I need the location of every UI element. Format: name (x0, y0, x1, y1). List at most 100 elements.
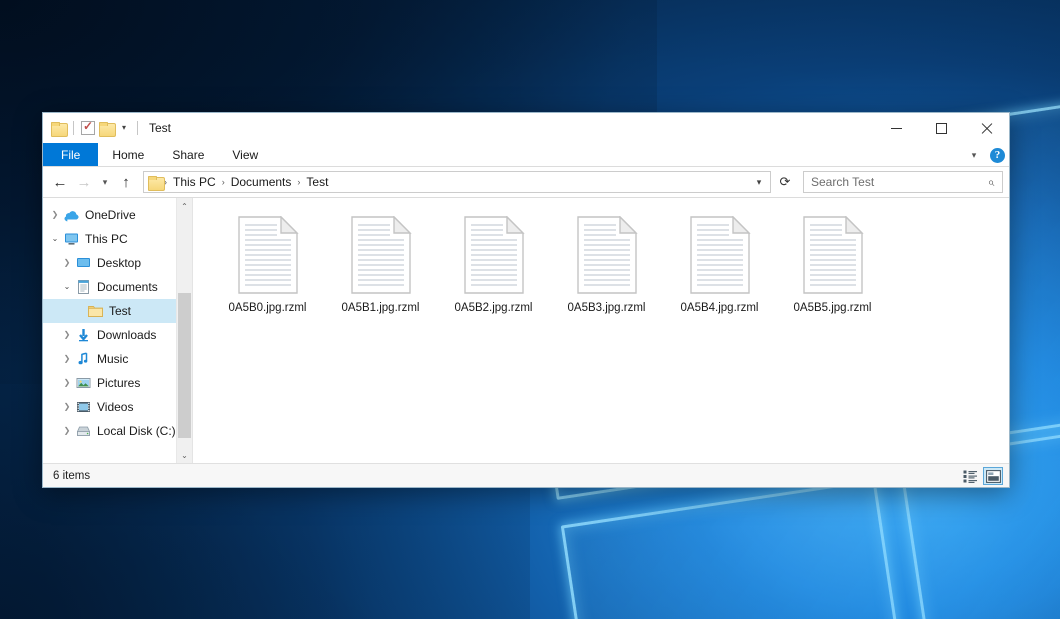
file-item[interactable]: 0A5B1.jpg.rzml (324, 214, 437, 334)
breadcrumb-item-documents[interactable]: Documents (226, 175, 297, 189)
chevron-right-icon[interactable]: ❯ (59, 251, 75, 275)
sidebar-item-label: Documents (97, 280, 158, 294)
sidebar-item-documents[interactable]: ⌄ Documents (43, 275, 192, 299)
up-button[interactable]: ↑ (115, 171, 137, 193)
folder-icon (87, 303, 104, 319)
scroll-up-icon[interactable]: ⌃ (177, 198, 192, 214)
videos-icon (75, 399, 92, 415)
help-icon[interactable]: ? (990, 148, 1005, 163)
properties-icon[interactable] (81, 121, 95, 135)
sidebar-item-label: This PC (85, 232, 128, 246)
chevron-down-icon[interactable]: ⌄ (47, 227, 63, 251)
folder-icon[interactable] (51, 122, 66, 135)
scroll-down-icon[interactable]: ⌄ (177, 447, 192, 463)
search-input[interactable]: Search Test (811, 175, 984, 189)
sidebar-item-downloads[interactable]: ❯ Downloads (43, 323, 192, 347)
quick-access-toolbar[interactable]: ▾ (51, 121, 141, 135)
recent-locations-button[interactable]: ▾ (97, 171, 113, 193)
tab-file[interactable]: File (43, 143, 98, 166)
chevron-down-icon[interactable]: ▾ (750, 177, 768, 188)
tab-view[interactable]: View (218, 143, 272, 166)
back-button[interactable]: ← (49, 171, 71, 193)
breadcrumb: › This PC › Documents › Test (148, 175, 750, 189)
breadcrumb-item-test[interactable]: Test (301, 175, 333, 189)
maximize-icon (936, 123, 947, 134)
drive-icon (75, 423, 92, 439)
chevron-down-icon[interactable]: ▾ (118, 121, 130, 135)
file-item[interactable]: 0A5B0.jpg.rzml (211, 214, 324, 334)
chevron-right-icon[interactable]: ❯ (59, 395, 75, 419)
refresh-icon[interactable]: ⟳ (774, 171, 796, 193)
scrollbar-thumb[interactable] (178, 293, 191, 438)
sidebar-item-this-pc[interactable]: ⌄ This PC (43, 227, 192, 251)
sidebar-item-label: Downloads (97, 328, 156, 342)
sidebar-item-label: Music (97, 352, 128, 366)
chevron-right-icon[interactable]: ❯ (59, 323, 75, 347)
window-title: Test (149, 121, 171, 135)
large-icons-view-icon (986, 470, 1001, 483)
large-icons-view-button[interactable] (983, 467, 1003, 485)
file-item[interactable]: 0A5B5.jpg.rzml (776, 214, 889, 334)
chevron-right-icon[interactable]: ❯ (59, 371, 75, 395)
pictures-icon (75, 375, 92, 391)
maximize-button[interactable] (919, 113, 964, 143)
file-list-pane[interactable]: 0A5B0.jpg.rzml (193, 198, 1009, 463)
file-grid: 0A5B0.jpg.rzml (211, 214, 999, 334)
sidebar-item-onedrive[interactable]: ❯ OneDrive (43, 203, 192, 227)
desktop: ▾ Test File Home Share View ▾ ? ← → (0, 0, 1060, 619)
sidebar-item-videos[interactable]: ❯ (43, 395, 192, 419)
generic-document-icon (463, 216, 525, 294)
chevron-right-icon[interactable]: ❯ (59, 419, 75, 443)
ribbon-right-controls: ▾ ? (966, 143, 1005, 167)
sidebar-item-label: Local Disk (C:) (97, 424, 176, 438)
file-item[interactable]: 0A5B4.jpg.rzml (663, 214, 776, 334)
chevron-down-icon[interactable]: ▾ (966, 150, 982, 161)
tab-home[interactable]: Home (98, 143, 158, 166)
file-name-label: 0A5B4.jpg.rzml (681, 302, 759, 314)
sidebar-item-local-disk-c[interactable]: ❯ Local Disk (C:) (43, 419, 192, 443)
address-bar[interactable]: › This PC › Documents › Test ▾ (143, 171, 771, 193)
toolbar-divider-2 (137, 121, 138, 135)
file-item[interactable]: 0A5B2.jpg.rzml (437, 214, 550, 334)
ribbon-tabs: File Home Share View ▾ ? (43, 143, 1009, 167)
item-count-label: 6 items (53, 470, 90, 482)
sidebar-item-music[interactable]: ❯ Music (43, 347, 192, 371)
file-name-label: 0A5B2.jpg.rzml (455, 302, 533, 314)
music-icon (75, 351, 92, 367)
generic-document-icon (350, 216, 412, 294)
chevron-right-icon[interactable]: ❯ (47, 203, 63, 227)
file-name-label: 0A5B5.jpg.rzml (794, 302, 872, 314)
sidebar-item-pictures[interactable]: ❯ Pictures (43, 371, 192, 395)
sidebar-scrollbar[interactable]: ⌃ ⌄ (176, 198, 192, 463)
sidebar-item-test[interactable]: Test (43, 299, 192, 323)
search-box[interactable]: Search Test ⌕ (803, 171, 1003, 193)
address-bar-row: ← → ▾ ↑ › This PC › Documents › Test ▾ ⟳… (43, 167, 1009, 197)
forward-button[interactable]: → (73, 171, 95, 193)
close-button[interactable] (964, 113, 1009, 143)
file-name-label: 0A5B3.jpg.rzml (568, 302, 646, 314)
sidebar-item-desktop[interactable]: ❯ Desktop (43, 251, 192, 275)
sidebar-item-label: Videos (97, 400, 133, 414)
window-controls (874, 113, 1009, 143)
generic-document-icon (689, 216, 751, 294)
details-view-icon (963, 470, 978, 483)
view-toggle-group (960, 464, 1003, 488)
download-icon (75, 327, 92, 343)
sidebar-item-label: Pictures (97, 376, 140, 390)
chevron-right-icon[interactable]: ❯ (59, 347, 75, 371)
minimize-icon (891, 128, 902, 129)
breadcrumb-item-this-pc[interactable]: This PC (168, 175, 221, 189)
file-name-label: 0A5B0.jpg.rzml (229, 302, 307, 314)
new-folder-icon[interactable] (99, 122, 114, 135)
sidebar-item-label: Test (109, 304, 131, 318)
minimize-button[interactable] (874, 113, 919, 143)
search-icon[interactable]: ⌕ (984, 175, 998, 190)
close-icon (980, 122, 993, 135)
details-view-button[interactable] (960, 467, 980, 485)
file-name-label: 0A5B1.jpg.rzml (342, 302, 420, 314)
file-item[interactable]: 0A5B3.jpg.rzml (550, 214, 663, 334)
desktop-icon (75, 255, 92, 271)
chevron-down-icon[interactable]: ⌄ (59, 275, 75, 299)
tab-share[interactable]: Share (158, 143, 218, 166)
folder-icon[interactable] (148, 176, 163, 189)
